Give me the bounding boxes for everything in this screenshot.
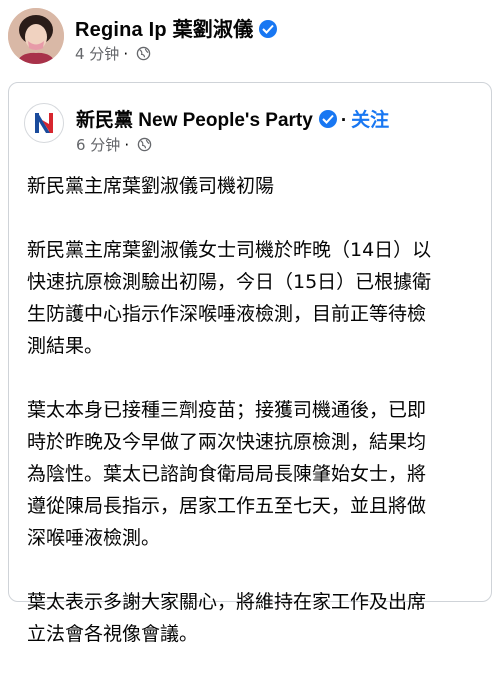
shared-post-meta: 6 分钟 ·	[76, 134, 152, 156]
post-headline: 新民黨主席葉劉淑儀司機初陽	[27, 175, 275, 197]
follow-button[interactable]: 关注	[351, 110, 389, 131]
author-name-row: Regina Ip 葉劉淑儀	[75, 13, 278, 42]
post-meta: 4 分钟 ·	[75, 43, 151, 65]
party-logo[interactable]	[24, 103, 64, 143]
post-body: 新民黨主席葉劉淑儀司機初陽 新民黨主席葉劉淑儀女士司機於昨晚（14日）以 快速抗…	[27, 170, 479, 682]
post-header: Regina Ip 葉劉淑儀 4 分钟 ·	[0, 0, 501, 80]
follow-separator: ·	[340, 110, 348, 131]
party-name-row: 新民黨 New People's Party · 关注	[76, 105, 389, 132]
page-name[interactable]: 新民黨 New People's Party	[76, 110, 313, 131]
post-timestamp[interactable]: 4 分钟	[75, 45, 119, 63]
verified-badge-icon	[259, 20, 278, 38]
globe-icon	[136, 46, 151, 65]
shared-post-card[interactable]: 新民黨 New People's Party · 关注 6 分钟 · 新民黨主席葉劉淑…	[8, 82, 492, 645]
post-paragraph: 葉太表示多謝大家關心，將維持在家工作及出席 立法會各視像會議。	[27, 591, 427, 645]
author-name[interactable]: Regina Ip 葉劉淑儀	[75, 19, 253, 41]
meta-separator: ·	[124, 136, 130, 154]
meta-separator: ·	[123, 45, 129, 63]
post-paragraph: 新民黨主席葉劉淑儀女士司機於昨晚（14日）以 快速抗原檢測驗出初陽，今日（15日…	[27, 239, 432, 357]
author-avatar[interactable]	[8, 8, 64, 64]
verified-badge-icon	[318, 110, 337, 128]
post-paragraph: 葉太本身已接種三劑疫苗；接獲司機通後，已即 時於昨晚及今早做了兩次快速抗原檢測，…	[27, 399, 427, 549]
shared-post-timestamp[interactable]: 6 分钟	[76, 136, 120, 154]
globe-icon	[137, 137, 152, 156]
